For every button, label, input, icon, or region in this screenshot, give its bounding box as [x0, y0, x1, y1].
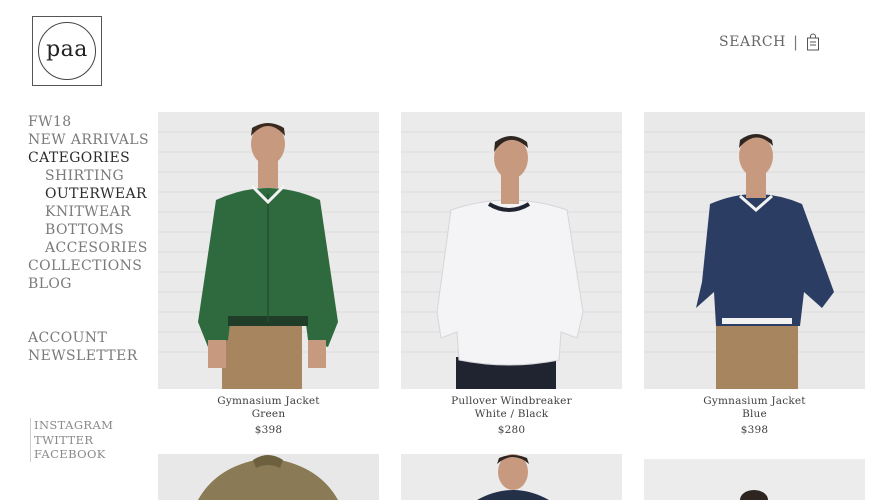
product-caption: Gymnasium Jacket Blue $398 [644, 395, 865, 437]
nav-item-knitwear[interactable]: KNITWEAR [28, 203, 149, 221]
nav-item-account[interactable]: ACCOUNT [28, 329, 149, 347]
product-caption: Pullover Windbreaker White / Black $280 [401, 395, 622, 437]
product-price: $398 [740, 424, 769, 436]
sidebar-nav: FW18 NEW ARRIVALS CATEGORIES SHIRTING OU… [28, 113, 149, 365]
product-variant: White / Black [474, 408, 549, 420]
product-caption: Gymnasium Jacket Green $398 [158, 395, 379, 437]
page: paa SEARCH | FW18 NEW ARRIVALS CATEGORIE… [0, 0, 889, 500]
logo-mark: paa [38, 22, 96, 80]
search-link[interactable]: SEARCH [719, 34, 786, 50]
nav-item-fw18[interactable]: FW18 [28, 113, 149, 131]
nav-item-new-arrivals[interactable]: NEW ARRIVALS [28, 131, 149, 149]
header-actions: SEARCH | [719, 32, 820, 52]
shopping-bag-icon[interactable] [806, 33, 820, 51]
product-variant: Blue [742, 408, 767, 420]
social-link-twitter[interactable]: TWITTER [34, 433, 113, 448]
brand-logo[interactable]: paa [32, 16, 102, 86]
product-image-partial[interactable] [401, 454, 622, 500]
social-link-instagram[interactable]: INSTAGRAM [34, 418, 113, 433]
product-name[interactable]: Pullover Windbreaker [401, 395, 622, 408]
product-variant: Green [251, 408, 286, 420]
social-link-facebook[interactable]: FACEBOOK [34, 447, 113, 462]
logo-text: paa [46, 36, 88, 62]
nav-item-newsletter[interactable]: NEWSLETTER [28, 347, 149, 365]
product-card[interactable]: Pullover Windbreaker White / Black $280 [401, 112, 622, 437]
nav-item-outerwear[interactable]: OUTERWEAR [28, 185, 149, 203]
social-links: INSTAGRAM TWITTER FACEBOOK [30, 418, 113, 462]
product-card[interactable]: Gymnasium Jacket Blue $398 [644, 112, 865, 437]
product-name[interactable]: Gymnasium Jacket [158, 395, 379, 408]
product-image[interactable] [644, 112, 865, 389]
product-name[interactable]: Gymnasium Jacket [644, 395, 865, 408]
nav-item-collections[interactable]: COLLECTIONS [28, 257, 149, 275]
product-image[interactable] [158, 112, 379, 389]
product-image-partial[interactable] [158, 454, 379, 500]
nav-item-categories[interactable]: CATEGORIES [28, 149, 149, 167]
nav-item-shirting[interactable]: SHIRTING [28, 167, 149, 185]
product-price: $398 [254, 424, 283, 436]
nav-item-accesories[interactable]: ACCESORIES [28, 239, 149, 257]
header-separator: | [792, 33, 799, 51]
product-image-partial[interactable] [644, 454, 865, 500]
product-price: $280 [497, 424, 526, 436]
product-card[interactable]: Gymnasium Jacket Green $398 [158, 112, 379, 437]
nav-item-bottoms[interactable]: BOTTOMS [28, 221, 149, 239]
nav-item-blog[interactable]: BLOG [28, 275, 149, 293]
product-image[interactable] [401, 112, 622, 389]
